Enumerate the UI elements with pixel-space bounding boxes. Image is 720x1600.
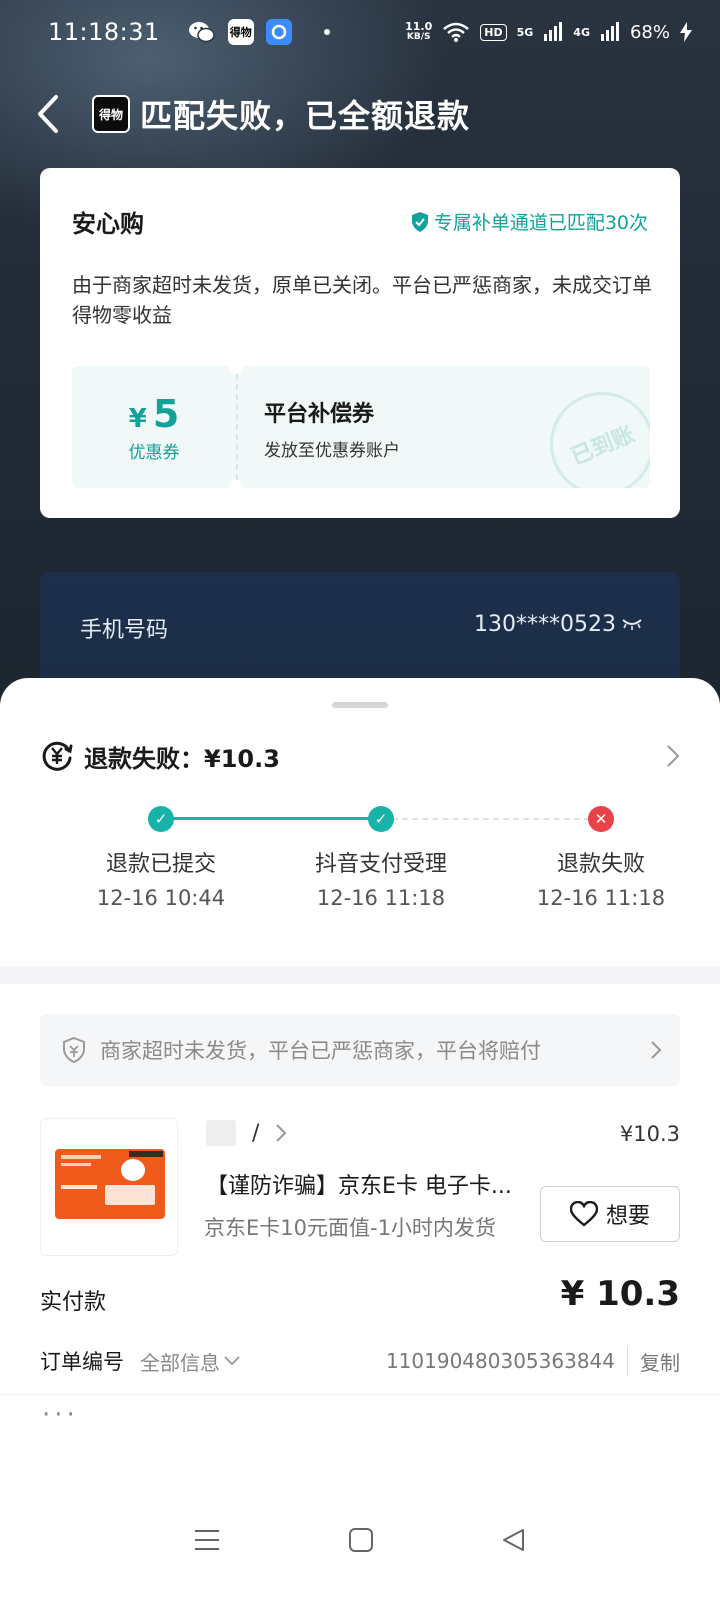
chevron-down-icon xyxy=(224,1356,240,1366)
shop-avatar xyxy=(206,1120,236,1146)
want-label: 想要 xyxy=(605,1204,650,1229)
eye-closed-icon[interactable] xyxy=(622,618,642,630)
order-row: 订单编号 全部信息 110190480305363844 复制 xyxy=(40,1344,680,1378)
step-time: 12-16 10:44 xyxy=(96,886,226,910)
step-label: 抖音支付受理 xyxy=(314,852,447,877)
coupon-currency: ¥ xyxy=(128,404,147,434)
status-bar: 11:18:31 得物 11.0 KB/S HD 5G 4G 68% xyxy=(0,0,720,64)
compensation-coupon[interactable]: ¥5 优惠券 平台补偿券 发放至优惠券账户 已到账 xyxy=(72,366,650,488)
divider xyxy=(0,1394,720,1395)
refund-status-title: 退款失败：¥10.3 xyxy=(84,744,280,773)
page-header: 得物 匹配失败，已全额退款 xyxy=(0,78,720,150)
back-button[interactable] xyxy=(36,89,76,139)
product-image[interactable] xyxy=(40,1118,178,1256)
coupon-value: ¥5 优惠券 xyxy=(72,366,236,488)
more-options[interactable]: ··· xyxy=(42,1400,79,1430)
menu-icon[interactable] xyxy=(193,1528,221,1552)
status-time: 11:18:31 xyxy=(48,18,160,46)
net-speed: 11.0 KB/S xyxy=(405,20,433,42)
phone-label: 手机号码 xyxy=(80,618,169,643)
charging-icon xyxy=(680,22,692,42)
refund-sheet: 退款失败：¥10.3 ✓ ✓ ✕ 退款已提交 抖音支付受理 退款失败 12-16… xyxy=(0,678,720,1600)
page-title: 匹配失败，已全额退款 xyxy=(140,97,471,135)
jd-ecard-image xyxy=(55,1149,165,1219)
coupon-notch-bottom xyxy=(228,480,244,488)
all-info-label: 全部信息 xyxy=(140,1350,220,1375)
chevron-right-icon xyxy=(276,1124,287,1142)
product-title[interactable]: 【谨防诈骗】京东E卡 电子卡... xyxy=(206,1168,526,1200)
paid-amount: ¥ 10.3 xyxy=(560,1274,680,1314)
notification-dot xyxy=(323,29,330,35)
shield-check-icon xyxy=(411,211,428,232)
match-badge-text: 专属补单通道已匹配30次 xyxy=(433,212,648,234)
match-badge: 专属补单通道已匹配30次 xyxy=(410,208,648,235)
signal-4g: 4G xyxy=(573,25,590,39)
progress-line-pending xyxy=(382,818,600,820)
home-icon[interactable] xyxy=(348,1527,374,1553)
received-stamp: 已到账 xyxy=(534,376,650,488)
phone-number: 130****0523 xyxy=(474,612,616,637)
copy-button[interactable]: 复制 xyxy=(627,1346,680,1376)
coupon-amount: 5 xyxy=(152,392,180,436)
blue-app-icon xyxy=(265,19,292,45)
step-time: 12-16 11:18 xyxy=(536,886,666,910)
back-triangle-icon[interactable] xyxy=(501,1527,527,1553)
shield-icon xyxy=(63,1037,85,1063)
coupon-subtitle: 发放至优惠券账户 xyxy=(264,441,400,461)
step-label: 退款失败 xyxy=(556,852,645,877)
assurance-card: 安心购 专属补单通道已匹配30次 由于商家超时未发货，原单已关闭。平台已严惩商家… xyxy=(40,168,680,518)
section-separator xyxy=(0,966,720,984)
assurance-title: 安心购 xyxy=(72,210,144,238)
sheet-handle[interactable] xyxy=(332,702,388,708)
signal-5g: 5G xyxy=(516,25,534,39)
order-number: 110190480305363844 xyxy=(385,1349,615,1373)
wechat-icon xyxy=(188,22,215,43)
step-time: 12-16 11:18 xyxy=(316,886,446,910)
want-button[interactable]: 想要 xyxy=(540,1186,680,1242)
all-info-toggle[interactable]: 全部信息 xyxy=(140,1347,240,1376)
step-label: 退款已提交 xyxy=(105,852,216,877)
step-done-icon: ✓ xyxy=(368,806,394,832)
phone-card: 手机号码 130****0523 xyxy=(40,572,680,692)
coupon-title: 平台补偿券 xyxy=(264,402,375,427)
step-failed-icon: ✕ xyxy=(588,806,614,832)
shop-name: / xyxy=(252,1120,260,1146)
chevron-right-icon xyxy=(667,745,680,767)
step-done-icon: ✓ xyxy=(148,806,174,832)
product-price: ¥10.3 xyxy=(619,1122,680,1146)
dewu-app-icon: 得物 xyxy=(227,19,254,45)
hd-icon: HD xyxy=(480,23,507,41)
paid-label: 实付款 xyxy=(40,1290,107,1315)
shop-row[interactable]: / xyxy=(206,1120,287,1146)
coupon-divider xyxy=(236,374,238,480)
signal-icon-2 xyxy=(600,22,619,41)
refund-progress: ✓ ✓ ✕ 退款已提交 抖音支付受理 退款失败 12-16 10:44 12-1… xyxy=(0,798,720,928)
battery-level: 68% xyxy=(629,21,670,43)
coupon-type: 优惠券 xyxy=(128,443,180,463)
assurance-description: 由于商家超时未发货，原单已关闭。平台已严惩商家，未成交订单得物零收益 xyxy=(72,273,652,327)
signal-icon xyxy=(544,22,563,41)
system-nav-bar xyxy=(0,1500,720,1580)
refund-status-row[interactable]: 退款失败：¥10.3 xyxy=(40,736,680,776)
dewu-logo: 得物 xyxy=(92,95,130,133)
progress-line-done xyxy=(162,817,380,820)
order-label: 订单编号 xyxy=(40,1350,124,1374)
compensation-notice[interactable]: 商家超时未发货，平台已严惩商家，平台将赔付 xyxy=(40,1014,680,1086)
product-spec: 京东E卡10元面值-1小时内发货 xyxy=(204,1216,496,1240)
refund-yen-icon xyxy=(42,741,73,771)
chevron-right-icon xyxy=(651,1041,662,1059)
heart-icon xyxy=(569,1201,598,1227)
notice-text: 商家超时未发货，平台已严惩商家，平台将赔付 xyxy=(100,1039,541,1063)
back-arrow-icon xyxy=(38,95,58,133)
wifi-icon xyxy=(443,22,470,42)
